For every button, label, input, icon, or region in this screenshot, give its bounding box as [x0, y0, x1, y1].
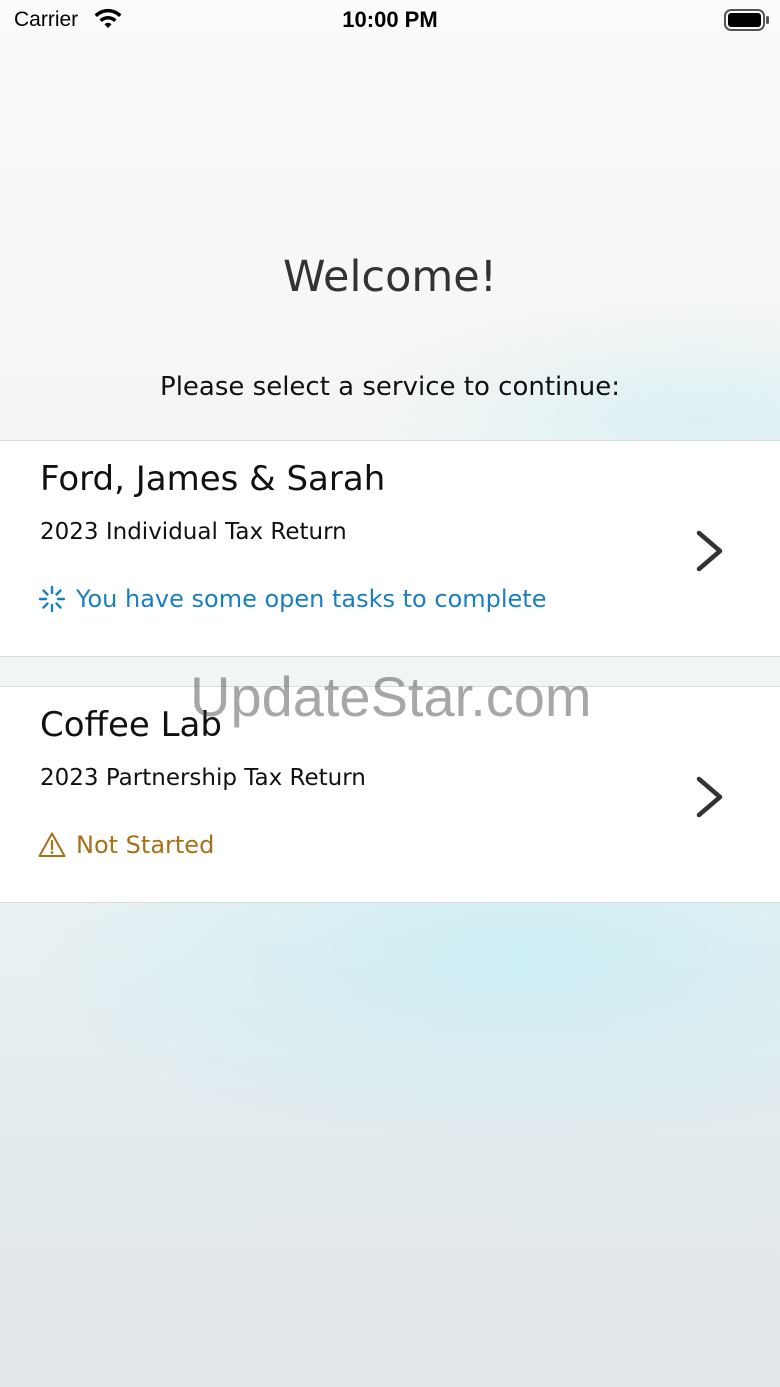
service-name: Coffee Lab — [40, 705, 222, 745]
clock: 10:00 PM — [342, 7, 438, 32]
chevron-right-icon — [696, 776, 723, 818]
status-bar: Carrier 10:00 PM — [0, 0, 780, 40]
service-status: Not Started — [38, 831, 214, 859]
service-card-coffee-lab[interactable]: Coffee Lab 2023 Partnership Tax Return N… — [0, 686, 780, 903]
service-card-ford[interactable]: Ford, James & Sarah 2023 Individual Tax … — [0, 440, 780, 657]
battery-icon — [724, 9, 769, 31]
service-status-label: You have some open tasks to complete — [76, 585, 547, 613]
spinner-icon — [38, 585, 66, 613]
page-title: Welcome! — [283, 252, 497, 302]
service-description: 2023 Individual Tax Return — [40, 519, 347, 545]
page-subtitle: Please select a service to continue: — [160, 372, 620, 402]
service-status: You have some open tasks to complete — [38, 585, 546, 613]
service-description: 2023 Partnership Tax Return — [40, 765, 366, 791]
service-name: Ford, James & Sarah — [40, 459, 386, 499]
chevron-right-icon — [696, 530, 723, 572]
service-status-label: Not Started — [76, 831, 215, 859]
warning-icon — [38, 832, 66, 857]
